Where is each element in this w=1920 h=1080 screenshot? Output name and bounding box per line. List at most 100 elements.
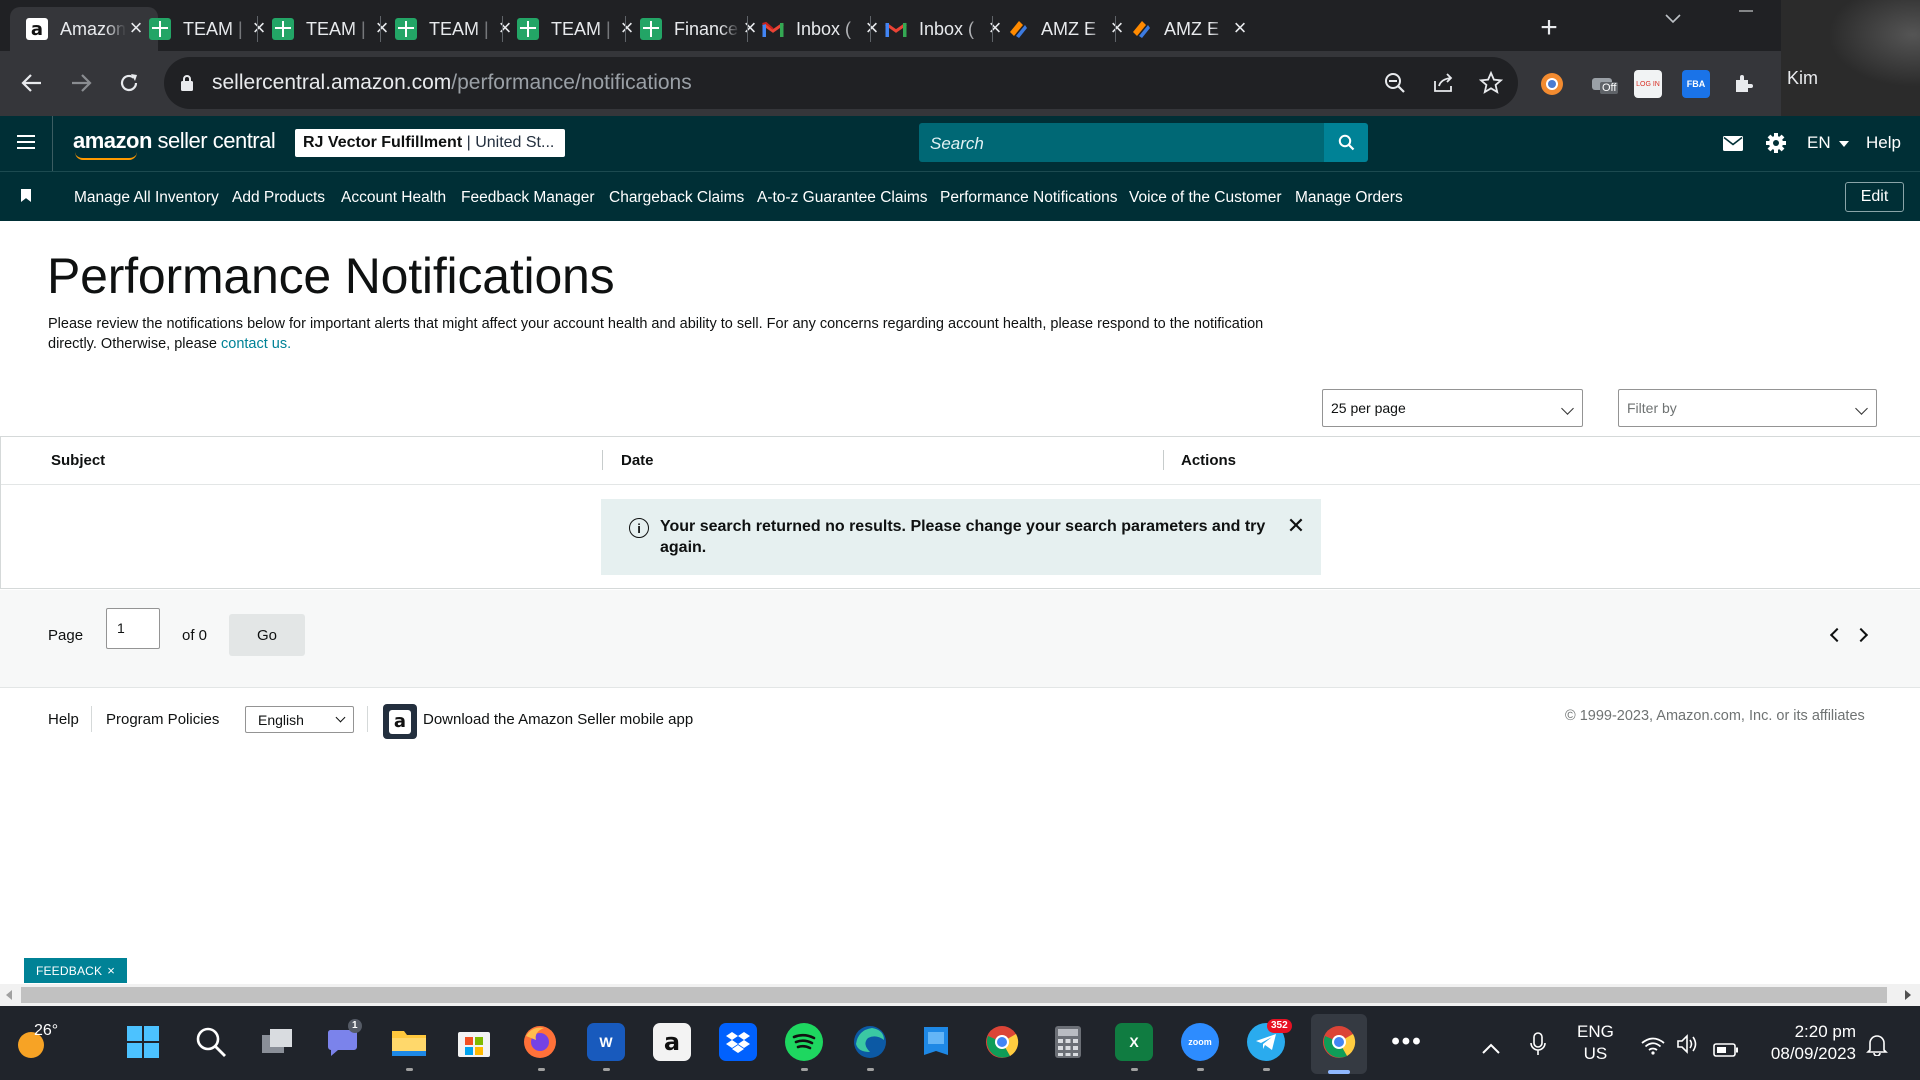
- file-explorer-icon[interactable]: [390, 1023, 428, 1061]
- excel-icon[interactable]: X: [1115, 1023, 1153, 1061]
- system-clock[interactable]: 2:20 pm 08/09/2023: [1756, 1021, 1856, 1065]
- back-arrow-icon[interactable]: [14, 65, 50, 101]
- help-link[interactable]: Help: [1866, 133, 1901, 153]
- browser-tab[interactable]: AMZ E ×: [1114, 7, 1262, 51]
- pagination-bar: Page 1 of 0 Go: [0, 590, 1920, 688]
- header-divider: [52, 116, 53, 171]
- microsoft-store-icon[interactable]: [455, 1023, 493, 1061]
- column-separator: [602, 450, 603, 470]
- footer-language-select[interactable]: English: [245, 706, 354, 733]
- volume-icon[interactable]: [1676, 1034, 1700, 1060]
- close-icon[interactable]: ×: [1230, 17, 1250, 39]
- filter-by-select[interactable]: Filter by: [1618, 389, 1877, 427]
- teams-chat-icon[interactable]: 1: [324, 1019, 362, 1061]
- chevron-down-icon: [1561, 402, 1574, 415]
- tab-search-chevron-icon[interactable]: [1665, 8, 1681, 29]
- scrollbar-thumb[interactable]: [21, 987, 1887, 1003]
- windows-app-icon[interactable]: [917, 1023, 955, 1061]
- bookmark-icon[interactable]: [21, 189, 31, 202]
- show-hidden-icons-chevron-icon[interactable]: [1482, 1034, 1500, 1060]
- reload-icon[interactable]: [111, 65, 147, 101]
- language-label: EN: [1807, 133, 1831, 152]
- search-input[interactable]: Search: [919, 123, 1325, 162]
- footer-help-link[interactable]: Help: [48, 711, 79, 728]
- gmail-icon: [762, 18, 784, 40]
- go-button[interactable]: Go: [229, 614, 305, 656]
- task-view-icon[interactable]: [258, 1023, 296, 1061]
- nav-item-manage-orders[interactable]: Manage Orders: [1295, 189, 1403, 207]
- seller-central-header: amazon seller central RJ Vector Fulfillm…: [0, 116, 1920, 171]
- input-language: ENG: [1577, 1022, 1614, 1041]
- contact-us-link[interactable]: contact us.: [221, 336, 291, 352]
- amazon-app-icon[interactable]: a: [653, 1023, 691, 1061]
- firefox-icon[interactable]: [521, 1023, 559, 1061]
- minimize-button[interactable]: [1738, 3, 1754, 24]
- scroll-right-arrow-icon[interactable]: [1905, 990, 1911, 1000]
- wifi-icon[interactable]: [1641, 1035, 1665, 1061]
- column-header-date[interactable]: Date: [621, 452, 654, 469]
- tab-title: Finance: [674, 18, 739, 39]
- page-number-input[interactable]: 1: [106, 608, 160, 649]
- close-icon[interactable]: ✕: [1284, 513, 1308, 538]
- nav-item-feedback-manager[interactable]: Feedback Manager: [461, 189, 595, 207]
- seller-central-logo[interactable]: amazon seller central: [73, 128, 276, 160]
- scroll-left-arrow-icon[interactable]: [6, 990, 12, 1000]
- bookmark-star-icon[interactable]: [1478, 70, 1504, 96]
- extension-orange-circle-icon[interactable]: [1538, 70, 1566, 98]
- address-bar[interactable]: sellercentral.amazon.com/performance/not…: [164, 57, 1518, 109]
- dropbox-icon[interactable]: [719, 1023, 757, 1061]
- search-button[interactable]: [1324, 123, 1368, 162]
- chrome-profile-icon[interactable]: [983, 1023, 1021, 1061]
- hamburger-menu-icon[interactable]: [17, 135, 35, 149]
- nav-item-manage-all-inventory[interactable]: Manage All Inventory: [74, 189, 219, 207]
- close-icon[interactable]: ×: [107, 963, 115, 978]
- spotify-icon[interactable]: [785, 1023, 823, 1061]
- puzzle-icon[interactable]: [1730, 70, 1758, 98]
- horizontal-scrollbar[interactable]: [0, 984, 1920, 1006]
- nav-item-performance-notifications[interactable]: Performance Notifications: [940, 189, 1117, 207]
- share-icon[interactable]: [1430, 70, 1456, 96]
- download-app-link[interactable]: Download the Amazon Seller mobile app: [423, 711, 693, 728]
- nav-item-voice-of-the-customer[interactable]: Voice of the Customer: [1129, 189, 1282, 207]
- windows-start-icon[interactable]: [124, 1023, 162, 1061]
- edge-icon[interactable]: [851, 1023, 889, 1061]
- zoom-icon[interactable]: zoom: [1181, 1023, 1219, 1061]
- word-icon[interactable]: W: [587, 1023, 625, 1061]
- notifications-icon[interactable]: [1866, 1034, 1888, 1062]
- running-indicator: [406, 1068, 413, 1071]
- microphone-icon[interactable]: [1530, 1032, 1546, 1062]
- next-page-arrow-icon[interactable]: [1853, 627, 1869, 643]
- gear-icon[interactable]: [1764, 132, 1788, 154]
- new-tab-button[interactable]: +: [1531, 10, 1567, 46]
- gmail-icon: [885, 18, 907, 40]
- calculator-icon[interactable]: [1049, 1023, 1087, 1061]
- mail-icon[interactable]: [1721, 132, 1745, 154]
- nav-item-chargeback-claims[interactable]: Chargeback Claims: [609, 189, 744, 207]
- nav-item-account-health[interactable]: Account Health: [341, 189, 446, 207]
- zoom-icon[interactable]: [1382, 70, 1408, 96]
- per-page-select[interactable]: 25 per page: [1322, 389, 1583, 427]
- extension-login-icon[interactable]: LOG IN: [1634, 70, 1662, 98]
- search-icon[interactable]: [192, 1023, 230, 1061]
- column-separator: [1163, 450, 1164, 470]
- amazon-seller-app-icon[interactable]: a: [383, 704, 417, 739]
- profile-name[interactable]: Kim: [1787, 68, 1818, 89]
- more-apps-icon[interactable]: •••: [1388, 1023, 1426, 1061]
- chrome-icon[interactable]: [1320, 1023, 1358, 1061]
- nav-item-add-products[interactable]: Add Products: [232, 189, 325, 207]
- program-policies-link[interactable]: Program Policies: [106, 711, 219, 728]
- nav-item-a-to-z-claims[interactable]: A-to-z Guarantee Claims: [757, 189, 928, 207]
- edit-bookmarks-button[interactable]: Edit: [1845, 182, 1904, 212]
- telegram-icon[interactable]: 352: [1247, 1019, 1292, 1061]
- input-language-indicator[interactable]: ENG US: [1577, 1021, 1614, 1065]
- weather-widget[interactable]: 26°: [14, 1020, 58, 1058]
- previous-page-arrow-icon[interactable]: [1829, 627, 1845, 643]
- store-switcher[interactable]: RJ Vector Fulfillment | United St...: [295, 129, 565, 157]
- extension-fba-icon[interactable]: FBA: [1682, 70, 1710, 98]
- language-selector[interactable]: EN: [1807, 133, 1850, 153]
- feedback-button[interactable]: FEEDBACK ×: [24, 958, 127, 983]
- column-header-subject[interactable]: Subject: [51, 452, 105, 469]
- battery-icon[interactable]: [1713, 1037, 1739, 1063]
- forward-arrow-icon[interactable]: [63, 65, 99, 101]
- extension-off-icon[interactable]: Off: [1586, 70, 1620, 98]
